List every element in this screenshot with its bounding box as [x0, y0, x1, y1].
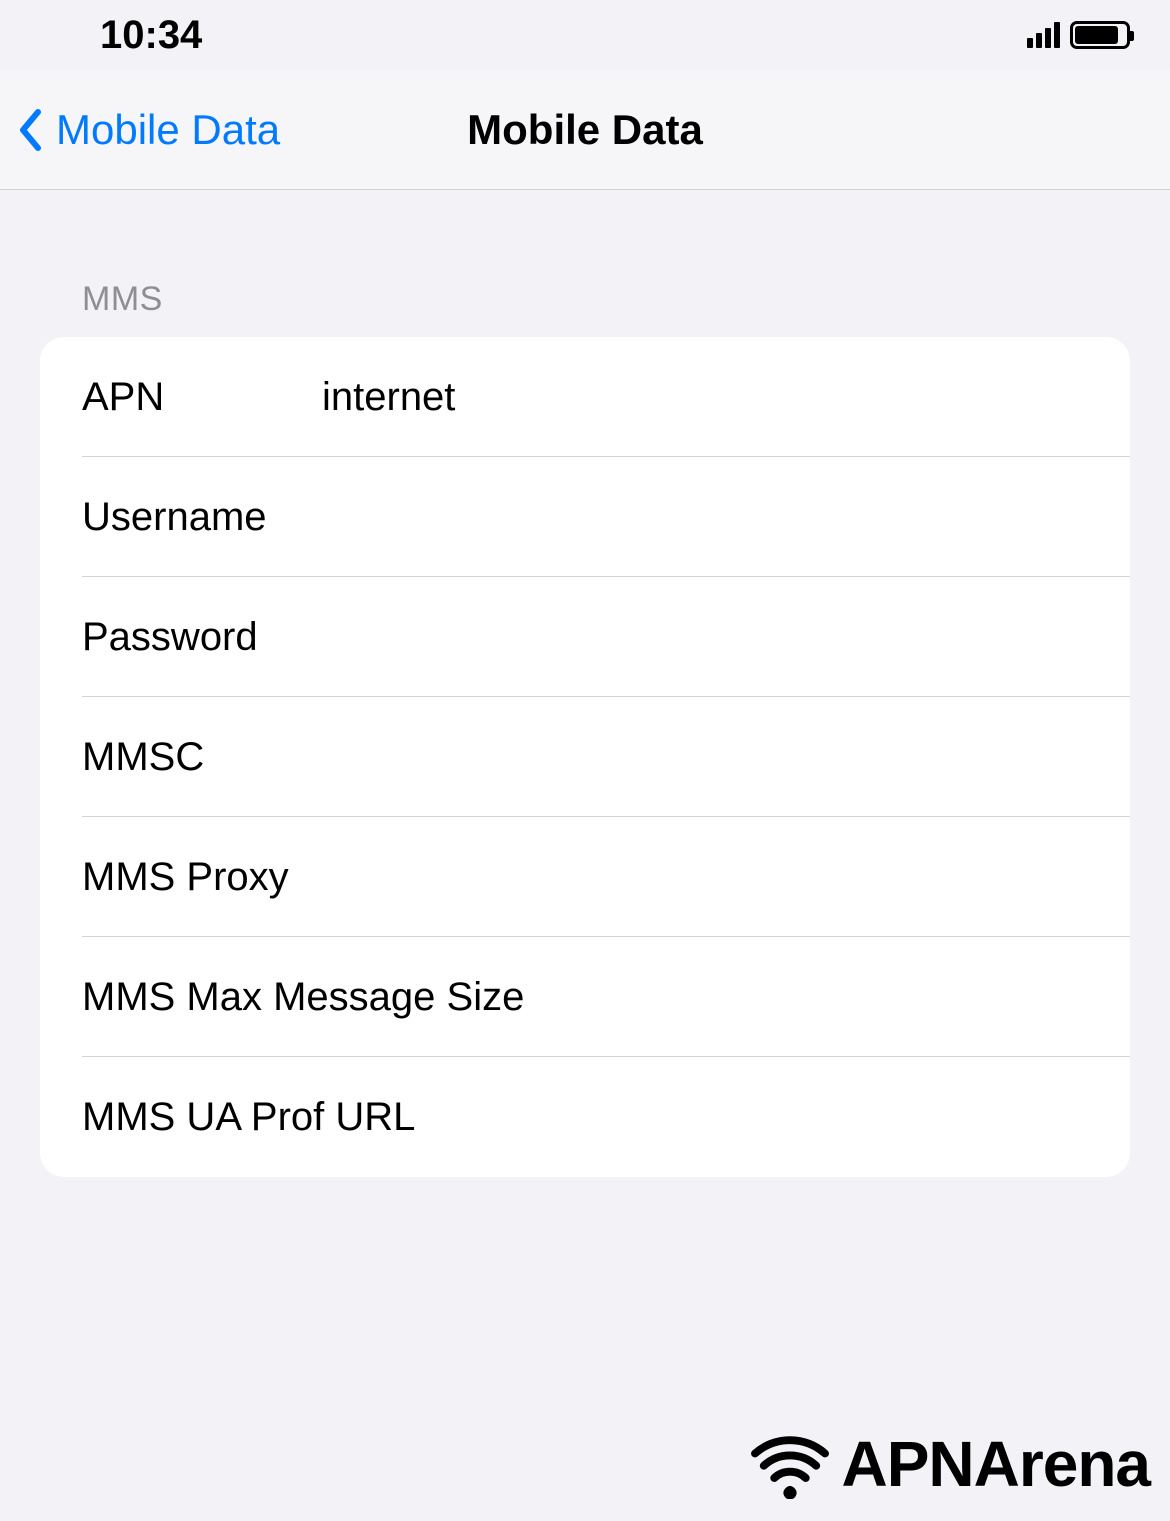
label-mmsc: MMSC: [82, 735, 322, 780]
row-mms-max-size[interactable]: MMS Max Message Size: [40, 937, 1130, 1057]
navigation-bar: Mobile Data Mobile Data: [0, 70, 1170, 190]
chevron-left-icon: [18, 109, 42, 151]
page-title: Mobile Data: [467, 106, 703, 154]
back-button[interactable]: Mobile Data: [0, 106, 280, 154]
brand-name: APNArena: [841, 1427, 1150, 1501]
input-mms-proxy[interactable]: [615, 855, 1130, 900]
mms-settings-group: APN Username Password MMSC MMS Proxy MMS…: [40, 337, 1130, 1177]
input-mms-ua-prof[interactable]: [615, 1095, 1130, 1140]
row-mms-proxy[interactable]: MMS Proxy: [40, 817, 1130, 937]
brand-footer: APNArena: [745, 1427, 1150, 1501]
input-password[interactable]: [322, 615, 1130, 660]
label-mms-proxy: MMS Proxy: [82, 855, 615, 900]
label-apn: APN: [82, 375, 322, 420]
status-time: 10:34: [100, 13, 202, 58]
row-password[interactable]: Password: [40, 577, 1130, 697]
status-bar: 10:34: [0, 0, 1170, 70]
input-apn[interactable]: [322, 375, 1130, 420]
wifi-icon: [745, 1429, 835, 1499]
label-mms-ua-prof: MMS UA Prof URL: [82, 1095, 615, 1140]
input-mmsc[interactable]: [322, 735, 1130, 780]
section-header-mms: MMS: [0, 190, 1170, 337]
status-indicators: [1027, 21, 1130, 49]
label-mms-max-size: MMS Max Message Size: [82, 975, 615, 1020]
input-username[interactable]: [322, 495, 1130, 540]
input-mms-max-size[interactable]: [615, 975, 1130, 1020]
label-password: Password: [82, 615, 322, 660]
row-username[interactable]: Username: [40, 457, 1130, 577]
row-mms-ua-prof[interactable]: MMS UA Prof URL: [40, 1057, 1130, 1177]
cellular-signal-icon: [1027, 22, 1060, 48]
back-label: Mobile Data: [56, 106, 280, 154]
battery-icon: [1070, 21, 1130, 49]
row-apn[interactable]: APN: [40, 337, 1130, 457]
row-mmsc[interactable]: MMSC: [40, 697, 1130, 817]
label-username: Username: [82, 495, 322, 540]
